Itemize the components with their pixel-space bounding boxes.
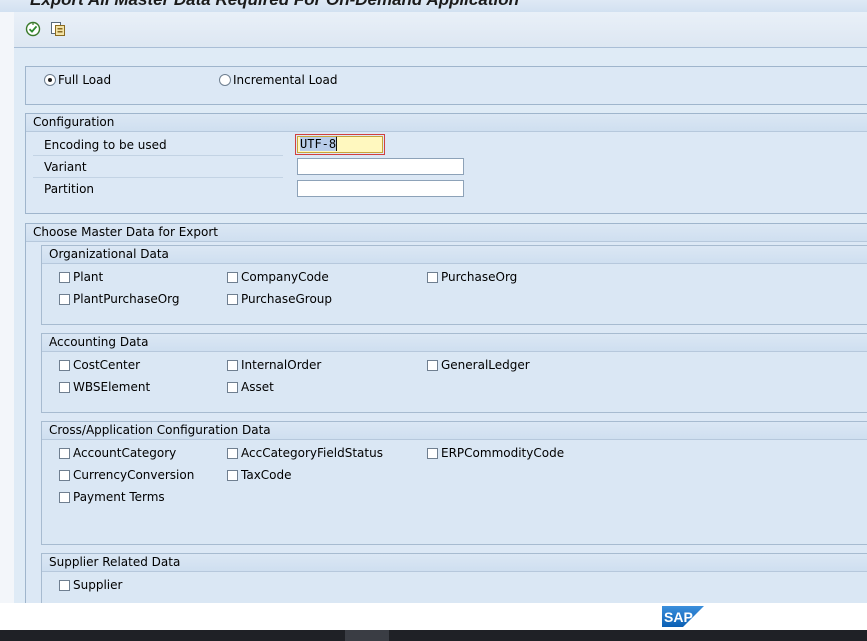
plant-label: Plant — [73, 270, 104, 284]
purchaseorg-label: PurchaseOrg — [441, 270, 518, 284]
encoding-input[interactable]: UTF-8▏ — [295, 134, 385, 155]
full-load-radio[interactable] — [44, 74, 56, 86]
accountcategory-label: AccountCategory — [73, 446, 177, 460]
sap-logo-graphic: SAP — [662, 606, 704, 627]
configuration-group: Configuration Encoding to be used UTF-8▏… — [25, 113, 867, 214]
master-data-title: Choose Master Data for Export — [26, 224, 867, 242]
execute-button[interactable] — [24, 20, 42, 38]
partition-input[interactable] — [297, 180, 464, 197]
acccategoryfieldstatus-label: AccCategoryFieldStatus — [241, 446, 383, 460]
wbselement-checkbox[interactable] — [59, 382, 70, 393]
companycode-checkbox[interactable] — [227, 272, 238, 283]
cross-app-config-title: Cross/Application Configuration Data — [42, 422, 867, 440]
window-title-bar: Export All Master Data Required For On-D… — [0, 0, 867, 12]
payment-terms-label: Payment Terms — [73, 490, 165, 504]
os-taskbar — [0, 630, 867, 641]
variant-label: Variant — [44, 160, 87, 174]
taskbar-active-item[interactable] — [345, 630, 389, 641]
variant-row: Variant — [33, 156, 283, 178]
wbselement-label: WBSElement — [73, 380, 151, 394]
master-data-group: Choose Master Data for Export Organizati… — [25, 223, 867, 603]
encoding-value: UTF-8 — [300, 137, 337, 151]
organizational-data-group: Organizational Data Plant CompanyCode Pu… — [41, 245, 867, 325]
window-title: Export All Master Data Required For On-D… — [30, 0, 519, 10]
status-bar — [0, 603, 867, 630]
generalledger-label: GeneralLedger — [441, 358, 530, 372]
plant-checkbox[interactable] — [59, 272, 70, 283]
partition-row: Partition — [33, 178, 283, 199]
selection-screen: Full Load Incremental Load Configuration… — [14, 48, 867, 603]
supplier-data-title: Supplier Related Data — [42, 554, 867, 572]
configuration-title: Configuration — [26, 114, 867, 132]
payment-terms-checkbox[interactable] — [59, 492, 70, 503]
supplier-data-group: Supplier Related Data Supplier — [41, 553, 867, 603]
generalledger-checkbox[interactable] — [427, 360, 438, 371]
purchaseorg-checkbox[interactable] — [427, 272, 438, 283]
purchasegroup-label: PurchaseGroup — [241, 292, 333, 306]
incremental-load-radio[interactable] — [219, 74, 231, 86]
sap-logo-text: SAP — [664, 609, 693, 625]
purchasegroup-checkbox[interactable] — [227, 294, 238, 305]
cross-app-config-group: Cross/Application Configuration Data Acc… — [41, 421, 867, 545]
variant-input[interactable] — [297, 158, 464, 175]
organizational-data-title: Organizational Data — [42, 246, 867, 264]
get-variant-button[interactable] — [49, 20, 67, 38]
partition-label: Partition — [44, 182, 95, 196]
acccategoryfieldstatus-checkbox[interactable] — [227, 448, 238, 459]
full-load-label: Full Load — [58, 73, 112, 87]
incremental-load-label: Incremental Load — [233, 73, 338, 87]
plantpurchaseorg-checkbox[interactable] — [59, 294, 70, 305]
sap-logo: SAP — [662, 606, 704, 627]
costcenter-label: CostCenter — [73, 358, 141, 372]
supplier-checkbox[interactable] — [59, 580, 70, 591]
erpcommoditycode-label: ERPCommodityCode — [441, 446, 565, 460]
left-margin — [0, 12, 14, 603]
taxcode-checkbox[interactable] — [227, 470, 238, 481]
asset-label: Asset — [241, 380, 274, 394]
erpcommoditycode-checkbox[interactable] — [427, 448, 438, 459]
currencyconversion-label: CurrencyConversion — [73, 468, 195, 482]
get-variant-icon — [51, 22, 65, 36]
companycode-label: CompanyCode — [241, 270, 329, 284]
costcenter-checkbox[interactable] — [59, 360, 70, 371]
asset-checkbox[interactable] — [227, 382, 238, 393]
plantpurchaseorg-label: PlantPurchaseOrg — [73, 292, 180, 306]
load-type-group: Full Load Incremental Load — [25, 66, 867, 105]
taxcode-label: TaxCode — [241, 468, 292, 482]
internalorder-checkbox[interactable] — [227, 360, 238, 371]
accounting-data-title: Accounting Data — [42, 334, 867, 352]
execute-icon — [25, 21, 41, 37]
application-toolbar — [14, 12, 867, 48]
supplier-label: Supplier — [73, 578, 123, 592]
accountcategory-checkbox[interactable] — [59, 448, 70, 459]
internalorder-label: InternalOrder — [241, 358, 322, 372]
encoding-label: Encoding to be used — [44, 138, 167, 152]
encoding-row: Encoding to be used — [33, 134, 283, 156]
currencyconversion-checkbox[interactable] — [59, 470, 70, 481]
accounting-data-group: Accounting Data CostCenter InternalOrder… — [41, 333, 867, 413]
